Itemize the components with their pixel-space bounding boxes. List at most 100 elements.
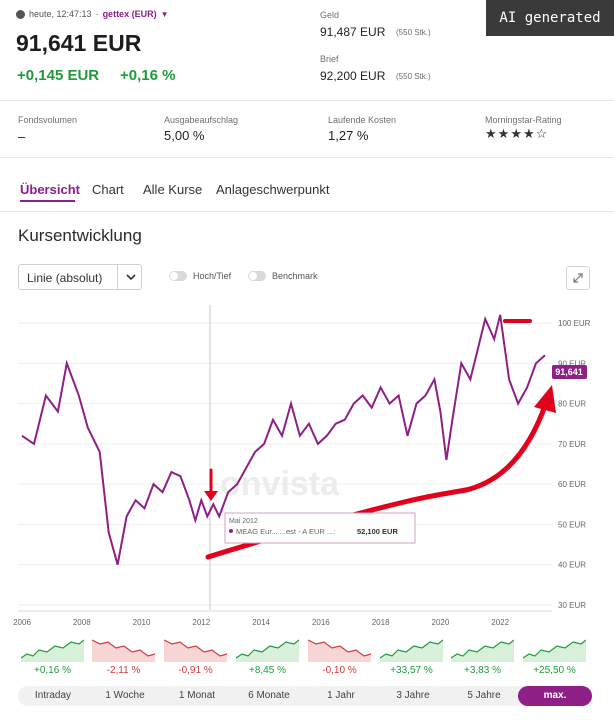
toggle-hoch-tief[interactable] [169,271,187,281]
range-option[interactable]: 1 Jahr [306,690,376,701]
mini-chart-sparkline [379,639,444,662]
chart-type-value: Linie (absolut) [27,271,103,285]
star-filled-icon: ★ [510,126,523,141]
y-tick-label: 40 EUR [558,561,586,570]
y-tick-label: 70 EUR [558,440,586,449]
mini-chart-label: +25,50 % [533,665,576,676]
range-option[interactable]: max. [520,690,590,701]
tooltip-series-dot [229,529,233,533]
fact-value-fondsvolumen: – [18,129,26,144]
quote-meta: heute, 12:47:13 · gettex (EUR) ▼ [16,9,169,19]
select-divider [117,265,118,289]
mini-chart-sparkline [522,639,587,662]
x-tick-label: 2006 [13,618,31,627]
fullscreen-button[interactable] [566,266,590,290]
tooltip-value: 52,100 EUR [357,527,398,536]
ask-label: Brief [320,54,339,64]
tab-uebersicht[interactable]: Übersicht [20,182,80,197]
y-tick-label: 60 EUR [558,480,586,489]
tooltip-series: MEAG Eur... ...est - A EUR ...: [236,527,335,536]
morningstar-rating-stars: ★★★★☆ [485,126,548,142]
y-tick-label: 50 EUR [558,520,586,529]
x-tick-label: 2020 [432,618,450,627]
ask-value: 92,200 EUR [320,69,386,83]
change-percent: +0,16 % [120,67,176,84]
fact-label-laufende-kosten: Laufende Kosten [328,115,397,125]
y-tick-label: 80 EUR [558,400,586,409]
mini-chart[interactable]: +8,45 % [235,632,300,682]
timestamp: heute, 12:47:13 [29,9,92,19]
range-option[interactable]: 1 Woche [90,690,160,701]
ai-generated-badge: AI generated [486,0,614,36]
tab-alle-kurse[interactable]: Alle Kurse [143,182,202,197]
y-tick-label: 30 EUR [558,601,586,610]
mini-chart-sparkline [20,639,85,662]
x-tick-label: 2012 [192,618,210,627]
x-tick-label: 2010 [133,618,151,627]
tab-anlageschwerpunkt[interactable]: Anlageschwerpunkt [216,182,329,197]
mini-chart[interactable]: +3,83 % [450,632,515,682]
meta-separator: · [95,9,99,19]
mini-chart-sparkline [91,639,156,662]
mini-chart[interactable]: -0,10 % [307,632,372,682]
range-option[interactable]: 6 Monate [234,690,304,701]
mini-chart[interactable]: -0,91 % [163,632,228,682]
ask-size: (550 Stk.) [396,72,431,81]
section-title: Kursentwicklung [18,226,142,245]
range-option[interactable]: Intraday [18,690,88,701]
mini-chart-label: +3,83 % [464,665,501,676]
fact-label-morningstar: Morningstar-Rating [485,115,562,125]
exchange-selector[interactable]: gettex (EUR) [103,9,157,19]
toggle-benchmark[interactable] [248,271,266,281]
current-price-tag-text: 91,641 [555,367,583,377]
x-tick-label: 2022 [491,618,509,627]
x-tick-label: 2016 [312,618,330,627]
tooltip-date: Mai 2012 [229,518,258,525]
chevron-down-icon[interactable] [121,267,141,287]
mini-chart-label: +33,57 % [390,665,433,676]
mini-chart[interactable]: +33,57 % [379,632,444,682]
fact-label-ausgabeaufschlag: Ausgabeaufschlag [164,115,239,125]
change-absolute: +0,145 EUR [17,67,100,84]
mini-chart-label: -0,10 % [322,665,357,676]
range-option[interactable]: 5 Jahre [449,690,519,701]
mini-chart-label: -2,11 % [106,665,141,676]
annotation-arrowhead [534,385,556,413]
fact-label-fondsvolumen: Fondsvolumen [18,115,78,125]
mini-chart-label: -0,91 % [178,665,213,676]
star-empty-icon: ☆ [535,126,549,141]
x-tick-label: 2018 [372,618,390,627]
tab-active-underline [20,200,75,202]
y-tick-label: 100 EUR [558,319,591,328]
tab-chart[interactable]: Chart [92,182,124,197]
divider [0,157,614,158]
mini-chart-label: +0,16 % [34,665,71,676]
fact-value-laufende-kosten: 1,27 % [328,128,369,143]
mini-chart-label: +8,45 % [249,665,286,676]
bid-value: 91,487 EUR [320,25,386,39]
star-filled-icon: ★ [485,126,498,141]
range-option[interactable]: 3 Jahre [378,690,448,701]
clock-icon [16,9,25,19]
chart-type-select[interactable]: Linie (absolut) [18,264,142,290]
price: 91,641 EUR [16,30,142,56]
mini-chart-sparkline [307,639,372,662]
expand-icon [573,273,583,283]
star-filled-icon: ★ [497,126,511,141]
divider [0,211,614,212]
fact-value-ausgabeaufschlag: 5,00 % [164,128,205,143]
toggle-benchmark-label: Benchmark [272,271,318,281]
mini-chart-sparkline [163,639,228,662]
mini-chart[interactable]: +0,16 % [20,632,85,682]
mini-chart[interactable]: +25,50 % [522,632,587,682]
mini-chart[interactable]: -2,11 % [91,632,156,682]
price-chart[interactable]: onvista 100 EUR90 EUR80 EUR70 EUR60 EUR5… [0,305,614,630]
bid-size: (550 Stk.) [396,28,431,37]
star-filled-icon: ★ [522,126,536,141]
annotation-down-arrowhead [204,491,218,501]
range-option[interactable]: 1 Monat [162,690,232,701]
chevron-down-icon[interactable]: ▼ [161,10,169,19]
toggle-hoch-tief-label: Hoch/Tief [193,271,232,281]
mini-chart-sparkline [450,639,515,662]
divider [0,100,614,101]
